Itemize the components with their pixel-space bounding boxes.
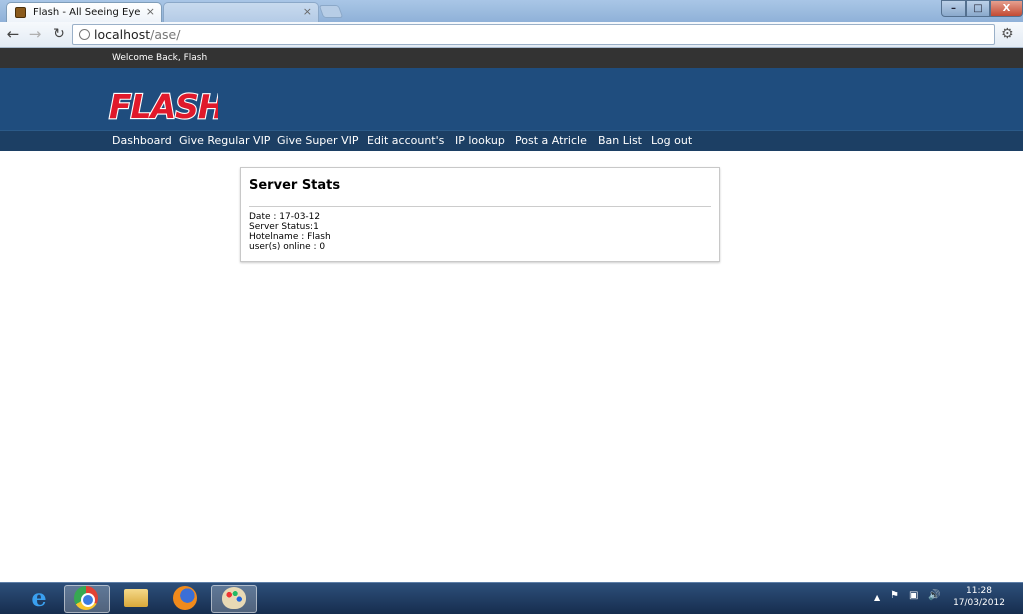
back-icon[interactable]: ←	[4, 26, 22, 42]
nav-ip-lookup[interactable]: IP lookup	[455, 134, 505, 147]
welcome-text: Welcome Back, Flash	[112, 53, 208, 63]
window-titlebar: Flash - All Seeing Eye × × – □ X	[0, 0, 1023, 22]
nav-dashboard[interactable]: Dashboard	[112, 134, 172, 147]
tab-close-icon[interactable]: ×	[146, 5, 155, 18]
ie-icon[interactable]: e	[26, 585, 52, 611]
tab-title: Flash - All Seeing Eye	[33, 7, 141, 18]
taskbar-clock[interactable]: 11:28 17/03/2012	[950, 585, 1008, 609]
folder-icon	[124, 589, 148, 607]
favicon-icon	[15, 7, 26, 18]
close-window-button[interactable]: X	[990, 0, 1023, 17]
maximize-button[interactable]: □	[966, 0, 990, 17]
volume-icon[interactable]: 🔊	[928, 590, 940, 601]
nav-edit-accounts[interactable]: Edit account's	[367, 134, 444, 147]
site-nav: Dashboard Give Regular VIP Give Super VI…	[0, 130, 1023, 151]
firefox-icon	[173, 586, 197, 610]
nav-post-article[interactable]: Post a Atricle	[515, 134, 587, 147]
tray-expand-icon[interactable]: ▲	[874, 593, 880, 602]
network-icon[interactable]: ▣	[909, 590, 918, 601]
nav-ban-list[interactable]: Ban List	[598, 134, 642, 147]
tab-close-icon[interactable]: ×	[303, 5, 312, 18]
url-text[interactable]: localhost/ase/	[94, 27, 180, 42]
forward-icon[interactable]: →	[26, 26, 44, 42]
welcome-bar: Welcome Back, Flash	[0, 48, 1023, 68]
stat-hotelname: Hotelname : Flash	[249, 232, 331, 242]
minimize-button[interactable]: –	[941, 0, 966, 17]
server-stats-panel: Server Stats Date : 17-03-12 Server Stat…	[240, 167, 720, 262]
stat-server-status: Server Status:1	[249, 222, 319, 232]
flag-icon[interactable]: ⚑	[890, 590, 899, 601]
chrome-icon	[74, 586, 98, 610]
divider	[249, 206, 711, 207]
nav-give-super-vip[interactable]: Give Super VIP	[277, 134, 358, 147]
nav-give-regular-vip[interactable]: Give Regular VIP	[179, 134, 270, 147]
wrench-icon[interactable]: ⚙	[1001, 26, 1014, 42]
reload-icon[interactable]: ↻	[50, 26, 68, 42]
url-host: localhost	[94, 27, 151, 42]
flash-logo: FLASH	[108, 86, 218, 125]
nav-log-out[interactable]: Log out	[651, 134, 692, 147]
globe-icon	[79, 29, 90, 40]
paint-icon	[222, 587, 246, 609]
windows-taskbar: e ▲ ⚑ ▣ 🔊	[0, 582, 1023, 614]
tab-blank[interactable]: ×	[163, 2, 319, 22]
tab-flash[interactable]: Flash - All Seeing Eye ×	[6, 2, 162, 22]
panel-title: Server Stats	[249, 178, 341, 193]
address-bar[interactable]: localhost/ase/	[72, 24, 995, 45]
stat-users-online: user(s) online : 0	[249, 242, 326, 252]
stat-date: Date : 17-03-12	[249, 212, 321, 222]
logo-text: FLASH	[109, 87, 218, 125]
new-tab-button[interactable]	[318, 5, 344, 18]
url-path: /ase/	[150, 27, 181, 42]
clock-date: 17/03/2012	[953, 598, 1005, 608]
browser-toolbar: ← → ↻ localhost/ase/ ⚙	[0, 22, 1023, 48]
clock-time: 11:28	[966, 586, 992, 596]
